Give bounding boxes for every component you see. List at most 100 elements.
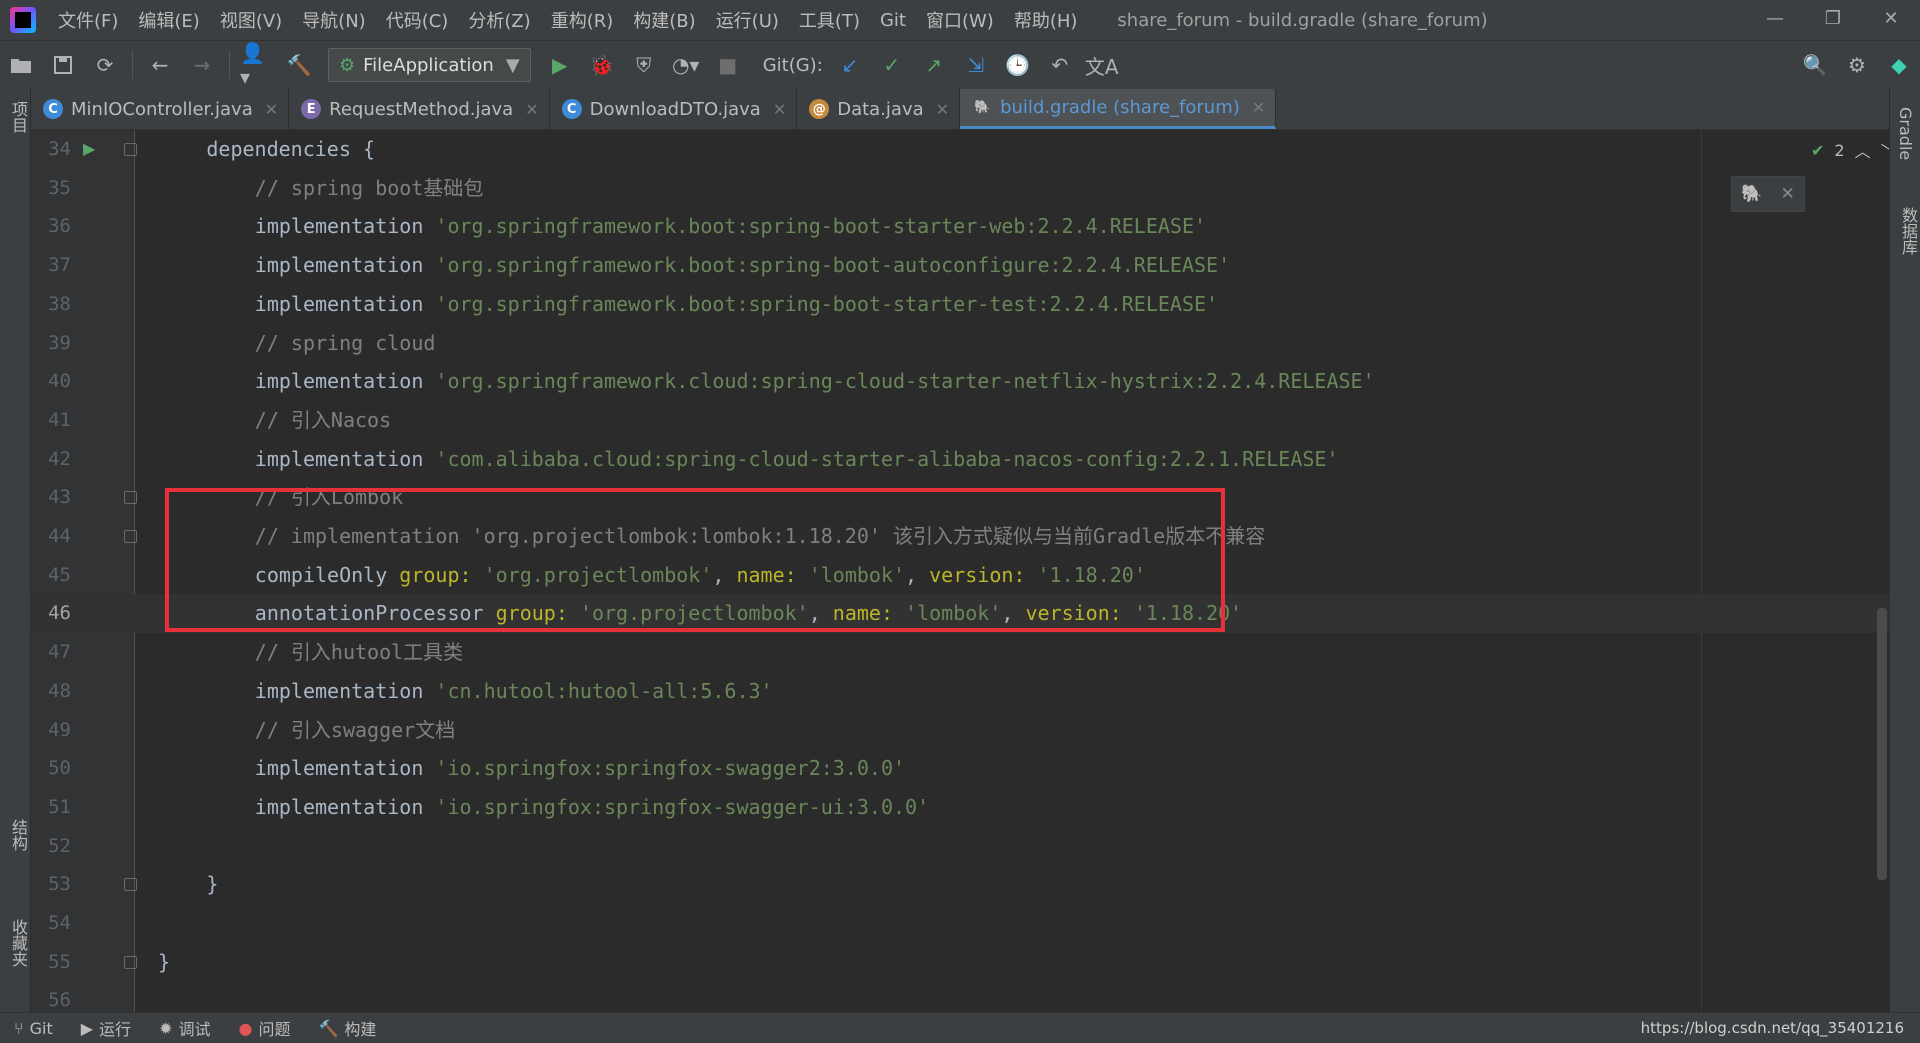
build-tool-button[interactable]: 🔨 构建	[318, 1016, 376, 1040]
fold-marker-icon[interactable]	[124, 491, 137, 505]
git-pull-icon[interactable]: ⇲	[959, 48, 993, 82]
restore-icon[interactable]: ❐	[1804, 0, 1862, 40]
code-line[interactable]: 56	[31, 981, 1889, 1012]
code-line[interactable]: 46 annotationProcessor group: 'org.projec…	[31, 594, 1889, 634]
forward-arrow-icon[interactable]: →	[185, 48, 219, 82]
editor-tab-bar: C MinIOController.java ✕ E RequestMethod…	[31, 89, 1889, 130]
code-line[interactable]: 41 // 引入Nacos	[31, 401, 1889, 440]
chevron-down-icon[interactable]: ﹀	[1881, 138, 1889, 162]
history-icon[interactable]: 🕒	[1001, 48, 1035, 82]
menu-help[interactable]: 帮助(H)	[1004, 7, 1088, 33]
translate-icon[interactable]: 文A	[1085, 48, 1119, 82]
structure-panel-tab[interactable]: 结构	[6, 819, 30, 851]
database-panel-tab[interactable]: 数据库	[1896, 207, 1920, 255]
project-panel-tab[interactable]: 项目	[6, 101, 30, 133]
menu-run[interactable]: 运行(U)	[706, 7, 789, 33]
git-push-icon[interactable]: ↗	[917, 48, 951, 82]
code-line[interactable]: 38 implementation 'org.springframework.bo…	[31, 285, 1889, 324]
debug-icon[interactable]: 🐞	[585, 48, 619, 82]
toolbox-logo-icon[interactable]: ◆	[1882, 48, 1916, 82]
fold-marker-icon[interactable]	[124, 530, 137, 543]
close-icon[interactable]: ✕	[1781, 184, 1795, 204]
menu-edit[interactable]: 编辑(E)	[128, 7, 209, 33]
code-line[interactable]: 50 implementation 'io.springfox:springfox…	[31, 749, 1889, 788]
close-icon[interactable]: ✕	[265, 100, 278, 119]
profile-icon[interactable]: ◔▾	[669, 48, 703, 82]
fold-marker-icon[interactable]	[124, 143, 137, 156]
favorites-panel-tab[interactable]: 收藏夹	[6, 919, 30, 967]
annotation-icon: @	[809, 99, 830, 119]
debug-tool-button[interactable]: ✹ 调试	[159, 1016, 210, 1040]
close-icon[interactable]: ✕	[773, 100, 786, 119]
vertical-scrollbar[interactable]	[1877, 608, 1887, 880]
code-line[interactable]: 39 // spring cloud	[31, 324, 1889, 363]
gradle-reload-icon[interactable]: 🐘	[1741, 184, 1762, 204]
back-arrow-icon[interactable]: ←	[143, 48, 177, 82]
code-line[interactable]: 37 implementation 'org.springframework.bo…	[31, 246, 1889, 285]
run-icon[interactable]: ▶	[543, 48, 577, 82]
close-icon[interactable]: ✕	[936, 100, 949, 119]
code-line[interactable]: 34 dependencies {	[31, 130, 1889, 169]
coverage-icon[interactable]: ⛨	[627, 48, 661, 82]
gradle-panel-tab[interactable]: Gradle	[1896, 107, 1915, 160]
menu-tools[interactable]: 工具(T)	[789, 7, 870, 33]
git-tool-button[interactable]: ⑂ Git	[14, 1019, 53, 1038]
menu-git[interactable]: Git	[870, 10, 916, 31]
open-folder-icon[interactable]	[4, 48, 38, 82]
code-line[interactable]: 42 implementation 'com.alibaba.cloud:spri…	[31, 440, 1889, 479]
menu-refactor[interactable]: 重构(R)	[541, 7, 624, 33]
problems-tool-button[interactable]: ● 问题	[238, 1016, 290, 1040]
git-commit-icon[interactable]: ✓	[875, 48, 909, 82]
chevron-up-icon[interactable]: ︿	[1855, 138, 1871, 162]
rollback-icon[interactable]: ↶	[1043, 48, 1077, 82]
minimize-icon[interactable]: —	[1746, 0, 1804, 40]
menu-build[interactable]: 构建(B)	[623, 7, 705, 33]
menu-file[interactable]: 文件(F)	[48, 7, 128, 33]
user-account-icon[interactable]: 👤▾	[240, 41, 274, 89]
code-line[interactable]: 49 // 引入swagger文档	[31, 711, 1889, 750]
code-line[interactable]: 35 // spring boot基础包	[31, 169, 1889, 208]
code-line[interactable]: 55}	[31, 943, 1889, 982]
settings-gear-icon[interactable]: ⚙	[1840, 48, 1874, 82]
menu-view[interactable]: 视图(V)	[210, 7, 292, 33]
code-line[interactable]: 48 implementation 'cn.hutool:hutool-all:5…	[31, 672, 1889, 711]
code-line[interactable]: 52	[31, 827, 1889, 866]
stop-icon[interactable]: ■	[711, 48, 745, 82]
tab-request-method[interactable]: E RequestMethod.java ✕	[289, 89, 550, 129]
inspection-widget[interactable]: ✔ 2 ︿ ﹀	[1811, 138, 1889, 162]
menu-code[interactable]: 代码(C)	[376, 7, 459, 33]
fold-marker-icon[interactable]	[124, 878, 137, 892]
close-icon[interactable]: ✕	[525, 100, 538, 119]
save-all-icon[interactable]	[46, 48, 80, 82]
tab-minio-controller[interactable]: C MinIOController.java ✕	[31, 89, 290, 129]
build-hammer-icon[interactable]: 🔨	[282, 48, 316, 82]
code-line[interactable]: 54	[31, 904, 1889, 943]
tab-build-gradle[interactable]: 🐘 build.gradle (share_forum) ✕	[960, 89, 1277, 129]
code-line[interactable]: 51 implementation 'io.springfox:springfox…	[31, 788, 1889, 827]
menu-window[interactable]: 窗口(W)	[916, 7, 1004, 33]
code-line[interactable]: 40 implementation 'org.springframework.cl…	[31, 362, 1889, 401]
git-label: Git(G):	[762, 54, 823, 76]
sync-icon[interactable]: ⟳	[88, 48, 122, 82]
code-line[interactable]: 36 implementation 'org.springframework.bo…	[31, 207, 1889, 246]
code-line[interactable]: 43 // 引入Lombok	[31, 478, 1889, 517]
code-editor[interactable]: 34 dependencies {35 // spring boot基础包 36 imp…	[31, 130, 1889, 1012]
code-line[interactable]: 44 // implementation 'org.projectlombok:l…	[31, 517, 1889, 556]
menu-analyze[interactable]: 分析(Z)	[458, 7, 540, 33]
run-tool-button[interactable]: ▶ 运行	[81, 1016, 131, 1040]
code-line[interactable]: 47 // 引入hutool工具类	[31, 633, 1889, 672]
tab-data-java[interactable]: @ Data.java ✕	[797, 89, 961, 129]
run-configuration-select[interactable]: ⚙ FileApplication ▼	[328, 48, 531, 82]
close-window-icon[interactable]: ✕	[1862, 0, 1920, 40]
tab-download-dto[interactable]: C DownloadDTO.java ✕	[550, 89, 798, 129]
run-gutter-icon[interactable]: ▶	[83, 130, 95, 168]
code-line[interactable]: 45 compileOnly group: 'org.projectlombok'…	[31, 556, 1889, 595]
fold-marker-icon[interactable]	[124, 955, 137, 969]
git-update-icon[interactable]: ↙	[833, 48, 867, 82]
code-token-plain: implementation	[254, 291, 436, 316]
code-line[interactable]: 53}	[31, 865, 1889, 904]
search-icon[interactable]: 🔍	[1798, 48, 1832, 82]
gradle-reload-popup: 🐘 ✕	[1731, 176, 1805, 212]
close-icon[interactable]: ✕	[1252, 98, 1265, 117]
menu-navigate[interactable]: 导航(N)	[292, 7, 376, 33]
